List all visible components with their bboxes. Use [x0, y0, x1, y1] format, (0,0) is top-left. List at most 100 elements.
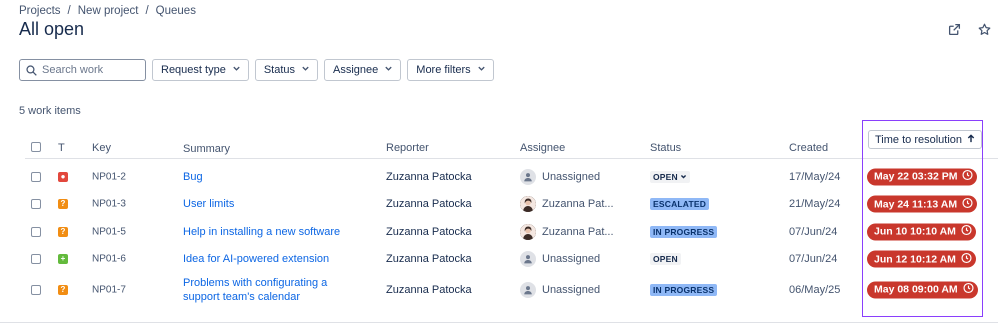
- column-header-assignee[interactable]: Assignee: [520, 142, 565, 154]
- summary-line: support team's calendar: [183, 290, 301, 303]
- summary-line: User limits: [183, 198, 235, 211]
- status-badge: IN PROGRESS: [650, 283, 718, 296]
- row-checkbox[interactable]: [31, 199, 41, 210]
- status-label: IN PROGRESS: [653, 284, 715, 295]
- issue-key[interactable]: NP01-6: [92, 254, 126, 265]
- status-label: ESCALATED: [653, 199, 707, 210]
- issue-key[interactable]: NP01-5: [92, 226, 126, 237]
- reporter-name[interactable]: Zuzanna Patocka: [386, 253, 472, 265]
- breadcrumb-projects[interactable]: Projects: [19, 5, 61, 17]
- assignee-cell[interactable]: Zuzanna Pat...: [520, 196, 614, 213]
- created-date: 21/May/24: [789, 198, 841, 211]
- table-row[interactable]: ● NP01-2 Bug Zuzanna Patocka Unassigned …: [25, 163, 998, 191]
- column-header-type[interactable]: T: [58, 142, 65, 154]
- table-row[interactable]: ? NP01-7 Problems with configurating a su…: [25, 273, 998, 306]
- question-icon: ?: [58, 199, 68, 210]
- breadcrumb-separator: /: [67, 5, 71, 17]
- status-badge: ESCALATED: [650, 198, 710, 211]
- table-row[interactable]: ? NP01-3 User limits Zuzanna Patocka Zuz…: [25, 191, 998, 219]
- column-header-status[interactable]: Status: [650, 142, 681, 154]
- filter-label: More filters: [416, 64, 471, 76]
- issue-key[interactable]: NP01-3: [92, 199, 126, 210]
- chevron-down-icon: [384, 64, 393, 76]
- time-to-resolution-badge: Jun 10 10:10 AM: [867, 223, 976, 241]
- filter-assignee-button[interactable]: Assignee: [324, 59, 402, 81]
- table-header: T Key Summary Reporter Assignee Status C…: [25, 130, 998, 159]
- created-date: 07/Jun/24: [789, 253, 838, 266]
- reporter-name[interactable]: Zuzanna Patocka: [386, 171, 472, 183]
- filter-more-button[interactable]: More filters: [407, 59, 494, 81]
- unassigned-avatar-icon: [520, 281, 536, 298]
- clock-icon: [961, 252, 972, 266]
- page-title: All open: [19, 19, 85, 39]
- breadcrumb-new-project[interactable]: New project: [78, 5, 139, 17]
- search-box: [19, 59, 146, 81]
- assignee-cell[interactable]: Unassigned: [520, 168, 600, 185]
- column-header-time-to-resolution[interactable]: Time to resolution: [868, 130, 983, 149]
- clock-icon: [962, 197, 973, 211]
- reporter-name[interactable]: Zuzanna Patocka: [386, 198, 472, 210]
- status-label: OPEN: [653, 171, 678, 182]
- filter-label: Assignee: [333, 64, 379, 76]
- clock-icon: [961, 225, 972, 239]
- issue-summary-link[interactable]: User limits: [183, 197, 234, 211]
- filter-label: Status: [263, 64, 296, 76]
- share-icon[interactable]: [945, 20, 963, 38]
- column-header-label: Time to resolution: [875, 133, 963, 146]
- unassigned-avatar-icon: [520, 168, 536, 185]
- assignee-name: Unassigned: [542, 253, 601, 266]
- summary-line: Problems with configurating a: [183, 276, 328, 289]
- page-actions: [945, 20, 993, 38]
- issue-summary-link[interactable]: Idea for AI-powered extension: [183, 252, 329, 266]
- reporter-name[interactable]: Zuzanna Patocka: [386, 284, 472, 296]
- created-date: 17/May/24: [789, 170, 841, 183]
- assignee-name: Zuzanna Pat...: [542, 225, 614, 238]
- issue-key[interactable]: NP01-7: [92, 284, 126, 295]
- column-header-summary[interactable]: Summary: [183, 142, 230, 156]
- time-to-resolution-value: May 08 09:00 AM: [874, 283, 958, 296]
- issue-summary-link[interactable]: Help in installing a new software: [183, 225, 340, 239]
- row-checkbox[interactable]: [31, 226, 41, 237]
- clock-icon: [963, 282, 974, 297]
- breadcrumb-queues[interactable]: Queues: [156, 5, 196, 17]
- question-icon: ?: [58, 284, 68, 295]
- issue-summary-link[interactable]: Problems with configurating a support tea…: [183, 276, 327, 304]
- column-header-key[interactable]: Key: [92, 142, 111, 154]
- status-label: IN PROGRESS: [653, 226, 715, 237]
- table-row[interactable]: ? NP01-5 Help in installing a new softwa…: [25, 218, 998, 246]
- status-badge: IN PROGRESS: [650, 225, 718, 238]
- time-to-resolution-badge: May 08 09:00 AM: [867, 281, 978, 298]
- filter-request-type-button[interactable]: Request type: [152, 59, 249, 81]
- assignee-cell[interactable]: Unassigned: [520, 281, 601, 298]
- time-to-resolution-badge: May 24 11:13 AM: [867, 195, 978, 213]
- summary-line: Help in installing a new software: [183, 225, 341, 238]
- table-body: ● NP01-2 Bug Zuzanna Patocka Unassigned …: [25, 159, 998, 306]
- star-icon[interactable]: [975, 20, 993, 38]
- issue-summary-link[interactable]: Bug: [183, 170, 203, 184]
- unassigned-avatar-icon: [520, 251, 536, 268]
- row-checkbox[interactable]: [31, 284, 41, 295]
- time-to-resolution-badge: May 22 03:32 PM: [867, 168, 978, 186]
- table-row[interactable]: + NP01-6 Idea for AI-powered extension Z…: [25, 246, 998, 274]
- filter-status-button[interactable]: Status: [254, 59, 319, 81]
- status-badge[interactable]: OPEN: [650, 170, 690, 183]
- row-checkbox[interactable]: [31, 171, 41, 182]
- time-to-resolution-badge: Jun 12 10:12 AM: [867, 250, 976, 268]
- column-header-reporter[interactable]: Reporter: [386, 142, 429, 154]
- reporter-name[interactable]: Zuzanna Patocka: [386, 226, 472, 238]
- assignee-name: Unassigned: [542, 283, 601, 296]
- select-all-checkbox[interactable]: [31, 142, 41, 152]
- assignee-name: Zuzanna Pat...: [542, 198, 614, 211]
- status-badge: OPEN: [650, 253, 681, 266]
- created-date: 06/May/25: [789, 283, 841, 296]
- question-icon: ?: [58, 226, 68, 237]
- issue-key[interactable]: NP01-2: [92, 171, 126, 182]
- row-checkbox[interactable]: [31, 254, 41, 265]
- column-header-created[interactable]: Created: [789, 142, 828, 154]
- summary-line: Idea for AI-powered extension: [183, 253, 330, 266]
- search-input[interactable]: [42, 64, 142, 76]
- assignee-cell[interactable]: Unassigned: [520, 251, 601, 268]
- assignee-cell[interactable]: Zuzanna Pat...: [520, 223, 614, 240]
- divider: [0, 322, 998, 323]
- bug-icon: ●: [58, 171, 68, 182]
